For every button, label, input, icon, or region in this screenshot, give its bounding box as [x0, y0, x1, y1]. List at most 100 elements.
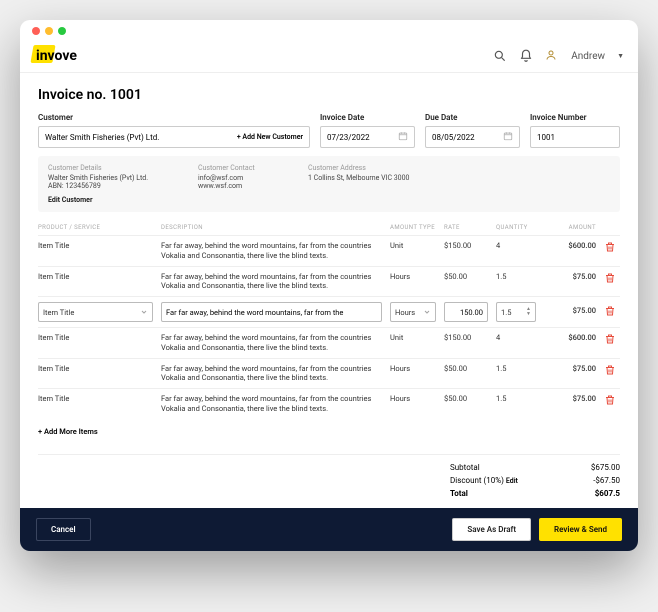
calendar-icon[interactable]: [398, 131, 408, 143]
line-amount-type[interactable]: Hours: [390, 394, 436, 403]
line-rate-input[interactable]: [444, 302, 488, 322]
invoice-date-label: Invoice Date: [320, 113, 415, 122]
line-items-list: Item Title Far far away, behind the word …: [38, 235, 620, 419]
line-amount-type[interactable]: Hours: [390, 364, 436, 373]
col-header-desc: DESCRIPTION: [161, 224, 382, 231]
page-content: Invoice no. 1001 Customer + Add New Cust…: [20, 73, 638, 508]
customer-address-label: Customer Address: [308, 164, 418, 172]
due-date-field[interactable]: 08/05/2022: [425, 126, 520, 148]
customer-field[interactable]: + Add New Customer: [38, 126, 310, 148]
customer-label: Customer: [38, 113, 310, 122]
add-more-items-button[interactable]: + Add More Items: [38, 419, 620, 444]
customer-details-abn: ABN: 123456789: [48, 182, 158, 190]
total-label: Total: [450, 489, 468, 498]
calendar-icon[interactable]: [503, 131, 513, 143]
line-item[interactable]: Item Title: [38, 333, 153, 342]
brand-logo[interactable]: invove: [34, 48, 79, 64]
minimize-dot[interactable]: [45, 27, 53, 35]
totals-panel: Subtotal $675.00 Discount (10%)Edit -$67…: [38, 454, 620, 498]
bell-icon[interactable]: [519, 49, 533, 63]
line-description[interactable]: Far far away, behind the word mountains,…: [161, 272, 382, 292]
discount-value: -$67.50: [593, 476, 620, 485]
subtotal-label: Subtotal: [450, 463, 480, 472]
col-header-amount: AMOUNT: [544, 224, 596, 231]
customer-details-card: Customer Details Walter Smith Fisheries …: [38, 156, 620, 212]
line-quantity[interactable]: 1.5: [496, 364, 536, 373]
col-header-amount-type: AMOUNT TYPE: [390, 224, 436, 231]
discount-label: Discount (10%): [450, 476, 504, 485]
line-rate[interactable]: $50.00: [444, 272, 488, 281]
cancel-button[interactable]: Cancel: [36, 518, 91, 541]
invoice-number-field[interactable]: [530, 126, 620, 148]
line-item[interactable]: Item Title: [38, 272, 153, 281]
window-controls: [20, 20, 638, 42]
brand-text: invove: [36, 48, 77, 64]
line-delete-button[interactable]: [604, 364, 620, 378]
discount-edit-link[interactable]: Edit: [506, 477, 518, 485]
line-amount-type[interactable]: Unit: [390, 333, 436, 342]
line-amount: $75.00: [544, 364, 596, 373]
line-delete-button[interactable]: [604, 333, 620, 347]
line-amount: $600.00: [544, 333, 596, 342]
line-items-header: PRODUCT / SERVICE DESCRIPTION AMOUNT TYP…: [38, 220, 620, 235]
line-quantity[interactable]: 1.5: [496, 394, 536, 403]
line-delete-button[interactable]: [604, 394, 620, 408]
line-item[interactable]: Item Title: [38, 394, 153, 403]
line-description[interactable]: Far far away, behind the word mountains,…: [161, 241, 382, 261]
invoice-number-label: Invoice Number: [530, 113, 620, 122]
customer-details-label: Customer Details: [48, 164, 158, 172]
customer-contact-site: www.wsf.com: [198, 182, 268, 190]
line-amount-type-select[interactable]: Hours: [390, 302, 436, 322]
maximize-dot[interactable]: [58, 27, 66, 35]
line-delete-button[interactable]: [604, 272, 620, 286]
line-description[interactable]: Far far away, behind the word mountains,…: [161, 394, 382, 414]
line-rate[interactable]: $150.00: [444, 241, 488, 250]
invoice-date-value: 07/23/2022: [327, 133, 370, 142]
line-delete-button[interactable]: [604, 241, 620, 255]
col-header-quantity: QUANTITY: [496, 224, 536, 231]
line-quantity[interactable]: 4: [496, 333, 536, 342]
add-new-customer-button[interactable]: + Add New Customer: [231, 133, 309, 141]
customer-details-name: Walter Smith Fisheries (Pvt) Ltd.: [48, 174, 158, 182]
total-value: $607.5: [595, 489, 620, 498]
app-window: invove Andrew ▼ Invoice no. 1001 Custome…: [20, 20, 638, 551]
line-rate[interactable]: $50.00: [444, 394, 488, 403]
line-quantity-stepper[interactable]: 1.5▲▼: [496, 302, 536, 322]
user-name[interactable]: Andrew: [571, 51, 605, 62]
col-header-item: PRODUCT / SERVICE: [38, 224, 153, 231]
review-send-button[interactable]: Review & Send: [539, 518, 622, 541]
customer-input[interactable]: [39, 133, 231, 142]
line-quantity[interactable]: 4: [496, 241, 536, 250]
save-as-draft-button[interactable]: Save As Draft: [452, 518, 531, 541]
line-quantity[interactable]: 1.5: [496, 272, 536, 281]
top-bar: invove Andrew ▼: [20, 42, 638, 73]
line-item-select[interactable]: Item Title: [38, 302, 153, 322]
line-item[interactable]: Item Title: [38, 241, 153, 250]
search-icon[interactable]: [493, 49, 507, 63]
invoice-date-field[interactable]: 07/23/2022: [320, 126, 415, 148]
customer-contact-label: Customer Contact: [198, 164, 268, 172]
chevron-down-icon[interactable]: ▼: [617, 52, 624, 60]
line-amount: $75.00: [544, 272, 596, 281]
line-amount-type[interactable]: Hours: [390, 272, 436, 281]
line-description-input[interactable]: [161, 302, 382, 322]
edit-customer-link[interactable]: Edit Customer: [48, 196, 158, 204]
header-fields-row: Customer + Add New Customer Invoice Date…: [38, 113, 620, 148]
line-delete-button[interactable]: [604, 302, 620, 319]
close-dot[interactable]: [32, 27, 40, 35]
line-description[interactable]: Far far away, behind the word mountains,…: [161, 333, 382, 353]
line-amount-type[interactable]: Unit: [390, 241, 436, 250]
customer-contact-email: info@wsf.com: [198, 174, 268, 182]
line-amount: $75.00: [544, 302, 596, 315]
line-rate[interactable]: $50.00: [444, 364, 488, 373]
invoice-number-input[interactable]: [537, 133, 613, 142]
page-title: Invoice no. 1001: [38, 87, 620, 103]
line-amount: $600.00: [544, 241, 596, 250]
customer-address-value: 1 Collins St, Melbourne VIC 3000: [308, 174, 418, 182]
line-description[interactable]: Far far away, behind the word mountains,…: [161, 364, 382, 384]
line-amount: $75.00: [544, 394, 596, 403]
line-rate[interactable]: $150.00: [444, 333, 488, 342]
due-date-label: Due Date: [425, 113, 520, 122]
line-item[interactable]: Item Title: [38, 364, 153, 373]
col-header-rate: RATE: [444, 224, 488, 231]
